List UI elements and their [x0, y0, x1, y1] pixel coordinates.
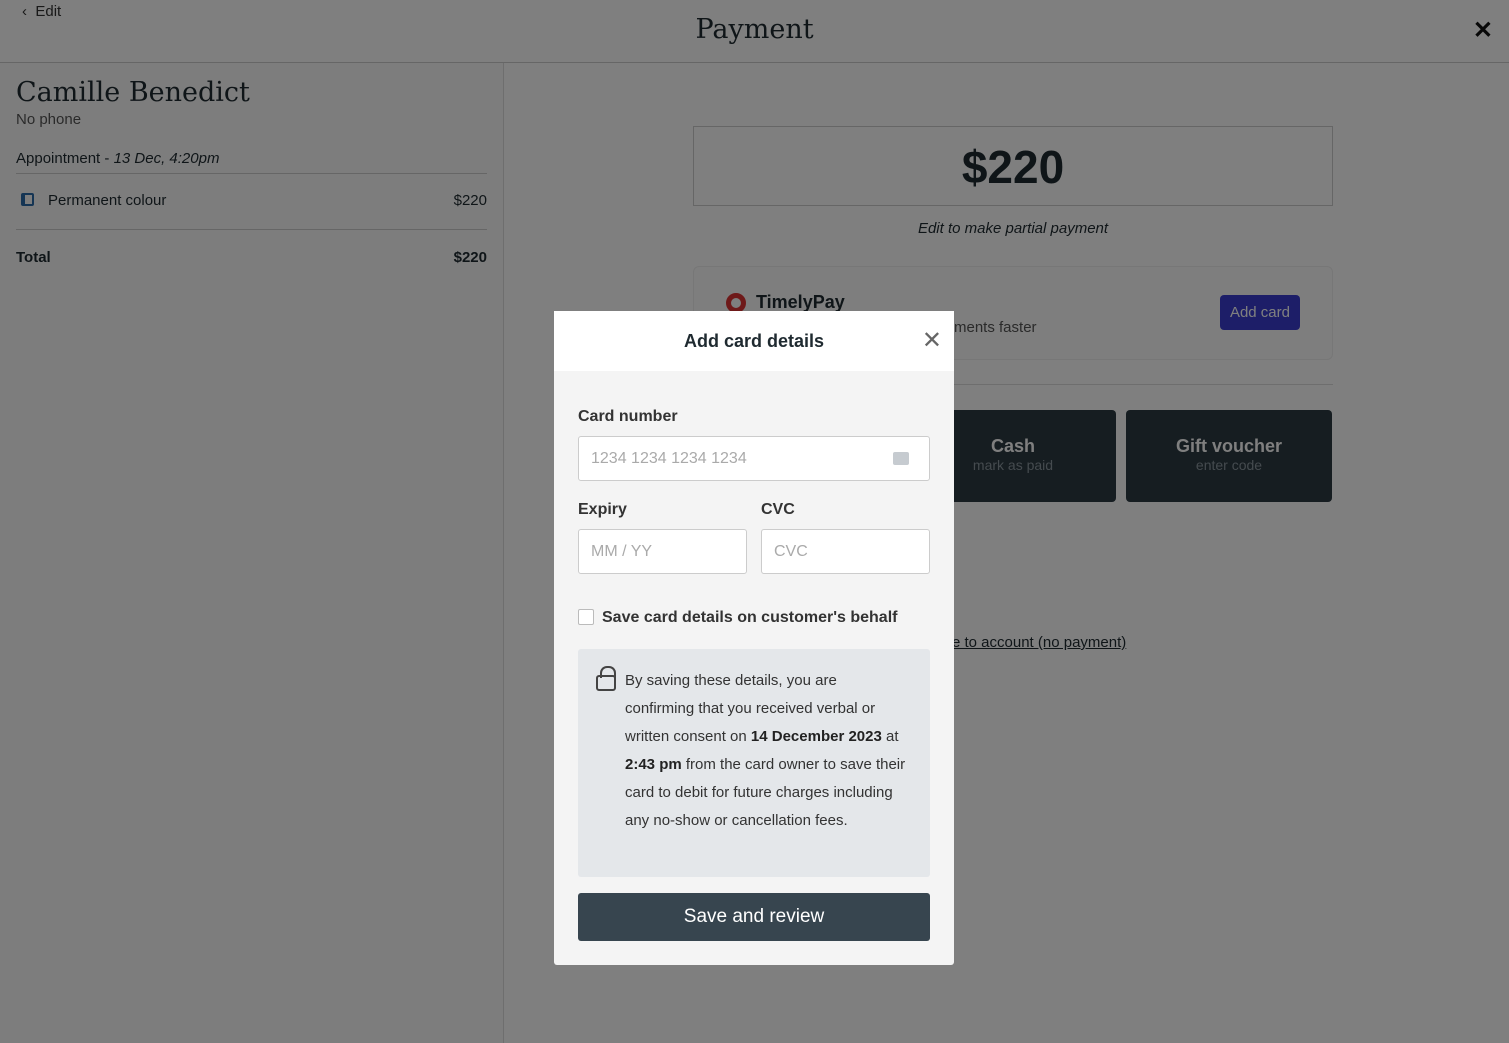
save-and-review-button[interactable]: Save and review: [578, 893, 930, 941]
save-card-checkbox[interactable]: [578, 609, 594, 625]
cvc-label: CVC: [761, 501, 795, 518]
lock-icon: [596, 666, 616, 691]
consent-notice: By saving these details, you are confirm…: [578, 649, 930, 877]
card-number-label: Card number: [578, 408, 678, 425]
cvc-input[interactable]: CVC: [761, 529, 930, 574]
expiry-input[interactable]: MM / YY: [578, 529, 747, 574]
modal-title: Add card details: [683, 331, 825, 351]
card-number-input[interactable]: 1234 1234 1234 1234: [578, 436, 930, 481]
close-icon[interactable]: ✕: [922, 311, 942, 371]
save-card-label[interactable]: Save card details on customer's behalf: [602, 609, 897, 627]
expiry-label: Expiry: [578, 501, 627, 518]
credit-card-icon: [893, 452, 909, 465]
add-card-modal: Add card details ✕ Card number 1234 1234 …: [554, 311, 954, 965]
